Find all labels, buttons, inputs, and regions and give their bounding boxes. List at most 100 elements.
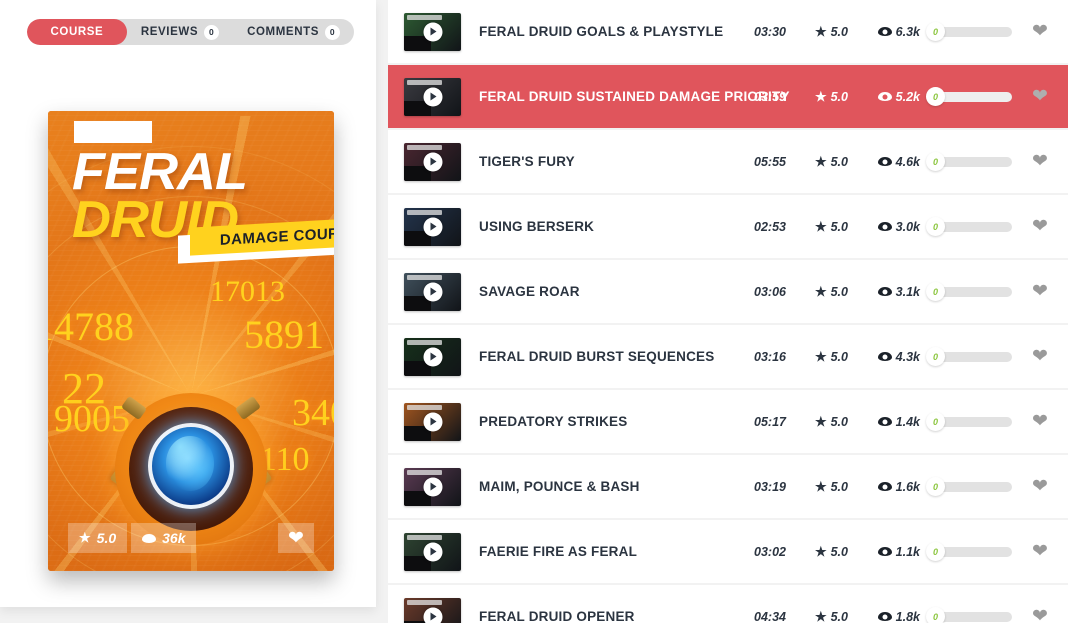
video-views: 4.3k <box>848 350 920 364</box>
heart-icon: ❤ <box>1032 476 1048 497</box>
video-thumbnail[interactable] <box>404 467 461 506</box>
video-progress-slider[interactable]: 0 <box>926 477 1012 496</box>
video-favorite-button[interactable]: ❤ <box>1012 542 1068 561</box>
video-title: TIGER'S FURY <box>479 154 575 169</box>
video-progress-slider[interactable]: 0 <box>926 282 1012 301</box>
play-icon[interactable] <box>423 477 442 496</box>
video-thumbnail[interactable] <box>404 142 461 181</box>
tab-comments[interactable]: COMMENTS 0 <box>233 19 354 45</box>
play-icon[interactable] <box>423 412 442 431</box>
play-icon[interactable] <box>423 347 442 366</box>
video-row[interactable]: FAERIE FIRE AS FERAL 03:02 ★ 5.0 1.1k 0 ❤ <box>388 520 1068 583</box>
play-icon[interactable] <box>423 282 442 301</box>
progress-knob[interactable]: 0 <box>926 22 945 41</box>
video-row[interactable]: FERAL DRUID BURST SEQUENCES 03:16 ★ 5.0 4.3k… <box>388 325 1068 388</box>
video-views: 1.1k <box>848 545 920 559</box>
video-thumbnail[interactable] <box>404 337 461 376</box>
play-icon[interactable] <box>423 607 442 623</box>
video-thumbnail[interactable] <box>404 402 461 441</box>
eye-icon <box>877 352 892 361</box>
play-icon[interactable] <box>423 152 442 171</box>
progress-knob[interactable]: 0 <box>926 152 945 171</box>
video-favorite-button[interactable]: ❤ <box>1012 22 1068 41</box>
course-cover-card[interactable]: 17013 14788 5891 22 9005 340 1110 4528 <box>48 111 334 571</box>
video-progress-slider[interactable]: 0 <box>926 542 1012 561</box>
progress-track[interactable] <box>934 546 1012 557</box>
course-cover-artwork: 17013 14788 5891 22 9005 340 1110 4528 <box>48 111 334 571</box>
progress-knob[interactable]: 0 <box>926 412 945 431</box>
course-sidebar-panel: COURSE REVIEWS 0 COMMENTS 0 17013 14788 <box>0 0 376 607</box>
video-row-meta: 03:59 ★ 5.0 5.2k 0 ❤ <box>724 65 1068 128</box>
video-rating: ★ 5.0 <box>786 219 848 235</box>
play-icon[interactable] <box>423 22 442 41</box>
progress-track[interactable] <box>934 416 1012 427</box>
progress-knob[interactable]: 0 <box>926 282 945 301</box>
progress-track[interactable] <box>934 611 1012 622</box>
progress-knob[interactable]: 0 <box>926 347 945 366</box>
video-rating: ★ 5.0 <box>786 544 848 560</box>
progress-track[interactable] <box>934 481 1012 492</box>
video-favorite-button[interactable]: ❤ <box>1012 347 1068 366</box>
video-thumbnail[interactable] <box>404 12 461 51</box>
tab-reviews-badge: 0 <box>204 24 220 40</box>
video-row[interactable]: USING BERSERK 02:53 ★ 5.0 3.0k 0 ❤ <box>388 195 1068 258</box>
video-thumbnail[interactable] <box>404 532 461 571</box>
thumbnail-overlay-bar <box>407 14 443 20</box>
progress-track[interactable] <box>934 286 1012 297</box>
video-rating-value: 5.0 <box>830 544 848 559</box>
video-progress-slider[interactable]: 0 <box>926 347 1012 366</box>
video-progress-slider[interactable]: 0 <box>926 87 1012 106</box>
video-list[interactable]: FERAL DRUID GOALS & PLAYSTYLE 03:30 ★ 5.0 6.… <box>388 0 1068 623</box>
tab-comments-badge: 0 <box>325 24 340 40</box>
progress-knob[interactable]: 0 <box>926 542 945 561</box>
progress-track[interactable] <box>934 221 1012 232</box>
star-icon: ★ <box>814 283 827 299</box>
video-favorite-button[interactable]: ❤ <box>1012 217 1068 236</box>
progress-knob[interactable]: 0 <box>926 477 945 496</box>
video-row[interactable]: SAVAGE ROAR 03:06 ★ 5.0 3.1k 0 ❤ <box>388 260 1068 323</box>
progress-track[interactable] <box>934 351 1012 362</box>
video-title: USING BERSERK <box>479 219 595 234</box>
video-rating: ★ 5.0 <box>786 89 848 105</box>
progress-track[interactable] <box>934 91 1012 102</box>
play-icon[interactable] <box>423 87 442 106</box>
video-views-value: 1.1k <box>895 544 920 559</box>
progress-knob[interactable]: 0 <box>926 87 945 106</box>
video-favorite-button[interactable]: ❤ <box>1012 282 1068 301</box>
video-favorite-button[interactable]: ❤ <box>1012 87 1068 106</box>
video-progress-slider[interactable]: 0 <box>926 217 1012 236</box>
course-favorite-button[interactable]: ❤ <box>278 523 314 553</box>
video-progress-slider[interactable]: 0 <box>926 152 1012 171</box>
video-favorite-button[interactable]: ❤ <box>1012 477 1068 496</box>
video-thumbnail[interactable] <box>404 207 461 246</box>
video-row[interactable]: TIGER'S FURY 05:55 ★ 5.0 4.6k 0 ❤ <box>388 130 1068 193</box>
video-rating: ★ 5.0 <box>786 154 848 170</box>
video-progress-slider[interactable]: 0 <box>926 607 1012 623</box>
video-thumbnail[interactable] <box>404 77 461 116</box>
progress-track[interactable] <box>934 156 1012 167</box>
thumbnail-overlay-bar <box>407 404 443 410</box>
video-row[interactable]: PREDATORY STRIKES 05:17 ★ 5.0 1.4k 0 ❤ <box>388 390 1068 453</box>
video-row[interactable]: FERAL DRUID OPENER 04:34 ★ 5.0 1.8k 0 ❤ <box>388 585 1068 623</box>
tab-reviews[interactable]: REVIEWS 0 <box>127 19 233 45</box>
play-icon[interactable] <box>423 217 442 236</box>
video-thumbnail[interactable] <box>404 272 461 311</box>
progress-knob[interactable]: 0 <box>926 217 945 236</box>
video-row[interactable]: MAIM, POUNCE & BASH 03:19 ★ 5.0 1.6k 0 ❤ <box>388 455 1068 518</box>
video-progress-slider[interactable]: 0 <box>926 22 1012 41</box>
tab-course[interactable]: COURSE <box>27 19 127 45</box>
video-favorite-button[interactable]: ❤ <box>1012 152 1068 171</box>
play-icon[interactable] <box>423 542 442 561</box>
progress-track[interactable] <box>934 26 1012 37</box>
video-favorite-button[interactable]: ❤ <box>1012 607 1068 623</box>
video-row[interactable]: FERAL DRUID GOALS & PLAYSTYLE 03:30 ★ 5.0 6.… <box>388 0 1068 63</box>
video-rating-value: 5.0 <box>830 609 848 623</box>
video-thumbnail[interactable] <box>404 597 461 623</box>
heart-icon: ❤ <box>1032 21 1048 42</box>
video-progress-slider[interactable]: 0 <box>926 412 1012 431</box>
video-row[interactable]: FERAL DRUID SUSTAINED DAMAGE PRIORITY 03:… <box>388 65 1068 128</box>
star-icon: ★ <box>814 608 827 623</box>
video-favorite-button[interactable]: ❤ <box>1012 412 1068 431</box>
progress-knob[interactable]: 0 <box>926 607 945 623</box>
video-row-meta: 03:19 ★ 5.0 1.6k 0 ❤ <box>724 455 1068 518</box>
